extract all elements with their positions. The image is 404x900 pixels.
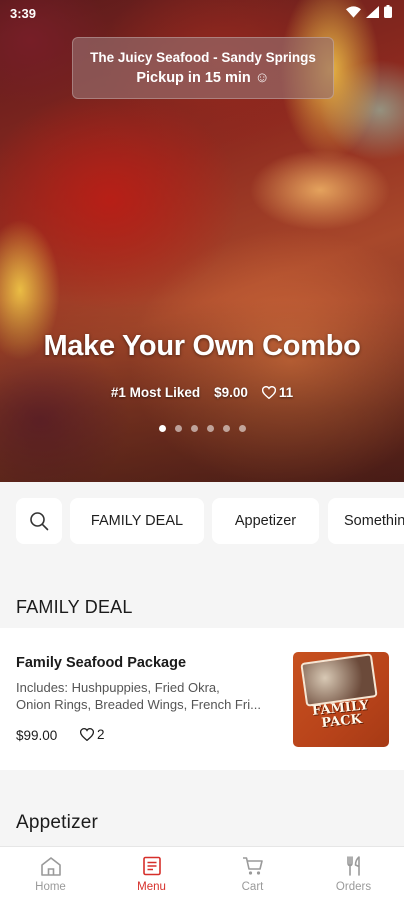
- nav-label-cart: Cart: [241, 881, 264, 893]
- category-chip-family-deal[interactable]: FAMILY DEAL: [70, 498, 204, 544]
- nav-item-orders[interactable]: Orders: [303, 847, 404, 900]
- section-divider: [0, 770, 404, 846]
- nav-label-menu: Menu: [137, 881, 166, 893]
- pickup-info-card[interactable]: The Juicy Seafood - Sandy Springs Pickup…: [72, 37, 334, 99]
- signal-icon: [366, 5, 379, 18]
- hero-meta: #1 Most Liked $9.00 11: [0, 385, 404, 400]
- utensils-icon: [346, 856, 360, 876]
- category-chip-appetizer[interactable]: Appetizer: [212, 498, 319, 544]
- menu-item-card[interactable]: Family Seafood Package Includes: Hushpup…: [0, 628, 404, 770]
- hero-likes[interactable]: 11: [261, 385, 294, 400]
- heart-icon: [261, 386, 276, 399]
- category-chips: FAMILY DEAL Appetizer Something: [0, 482, 404, 562]
- search-icon: [30, 512, 49, 531]
- carousel-dot[interactable]: [174, 425, 182, 432]
- menu-icon: [142, 856, 161, 876]
- item-likes-count: 2: [97, 727, 105, 742]
- status-icons: [346, 5, 392, 18]
- hero-banner[interactable]: 3:39 The Juicy Seafood - Sandy Springs P…: [0, 0, 404, 482]
- carousel-dot[interactable]: [238, 425, 246, 432]
- carousel-dot[interactable]: [190, 425, 198, 432]
- nav-label-orders: Orders: [335, 881, 372, 893]
- hero-title: Make Your Own Combo: [43, 330, 361, 362]
- item-description-line: Onion Rings, Breaded Wings, French Fri..…: [16, 697, 261, 712]
- store-name: The Juicy Seafood - Sandy Springs: [90, 49, 316, 65]
- bottom-nav: Home Menu Cart Orders: [0, 846, 404, 900]
- section-title-appetizer: Appetizer: [16, 812, 99, 833]
- wifi-icon: [346, 5, 361, 18]
- item-description: Includes: Hushpuppies, Fried Okra, Onion…: [16, 679, 281, 713]
- item-price: $99.00: [16, 728, 58, 743]
- search-button[interactable]: [16, 498, 62, 544]
- carousel-dot[interactable]: [206, 425, 214, 432]
- battery-icon: [384, 5, 392, 18]
- hero-likes-count: 11: [278, 385, 294, 400]
- nav-item-menu[interactable]: Menu: [101, 847, 202, 900]
- section-title-family-deal: FAMILY DEAL: [16, 597, 133, 617]
- nav-label-home: Home: [35, 881, 66, 893]
- category-chip-something[interactable]: Something: [328, 498, 404, 544]
- carousel-indicator[interactable]: [0, 425, 404, 432]
- nav-item-cart[interactable]: Cart: [202, 847, 303, 900]
- cart-icon: [242, 857, 263, 875]
- heart-icon: [80, 728, 94, 741]
- pickup-eta: Pickup in 15 min ☺: [136, 69, 270, 86]
- carousel-dot[interactable]: [158, 425, 166, 432]
- item-description-line: Includes: Hushpuppies, Fried Okra,: [16, 680, 220, 695]
- carousel-dot[interactable]: [222, 425, 230, 432]
- status-bar: 3:39: [0, 0, 404, 26]
- item-name: Family Seafood Package: [16, 655, 187, 671]
- status-time: 3:39: [10, 6, 37, 21]
- item-image[interactable]: FAMILY PACK: [293, 652, 389, 747]
- hero-price: $9.00: [214, 385, 248, 400]
- item-likes[interactable]: 2: [80, 727, 105, 742]
- hero-badge: #1 Most Liked: [110, 385, 201, 400]
- home-icon: [40, 857, 61, 876]
- nav-item-home[interactable]: Home: [0, 847, 101, 900]
